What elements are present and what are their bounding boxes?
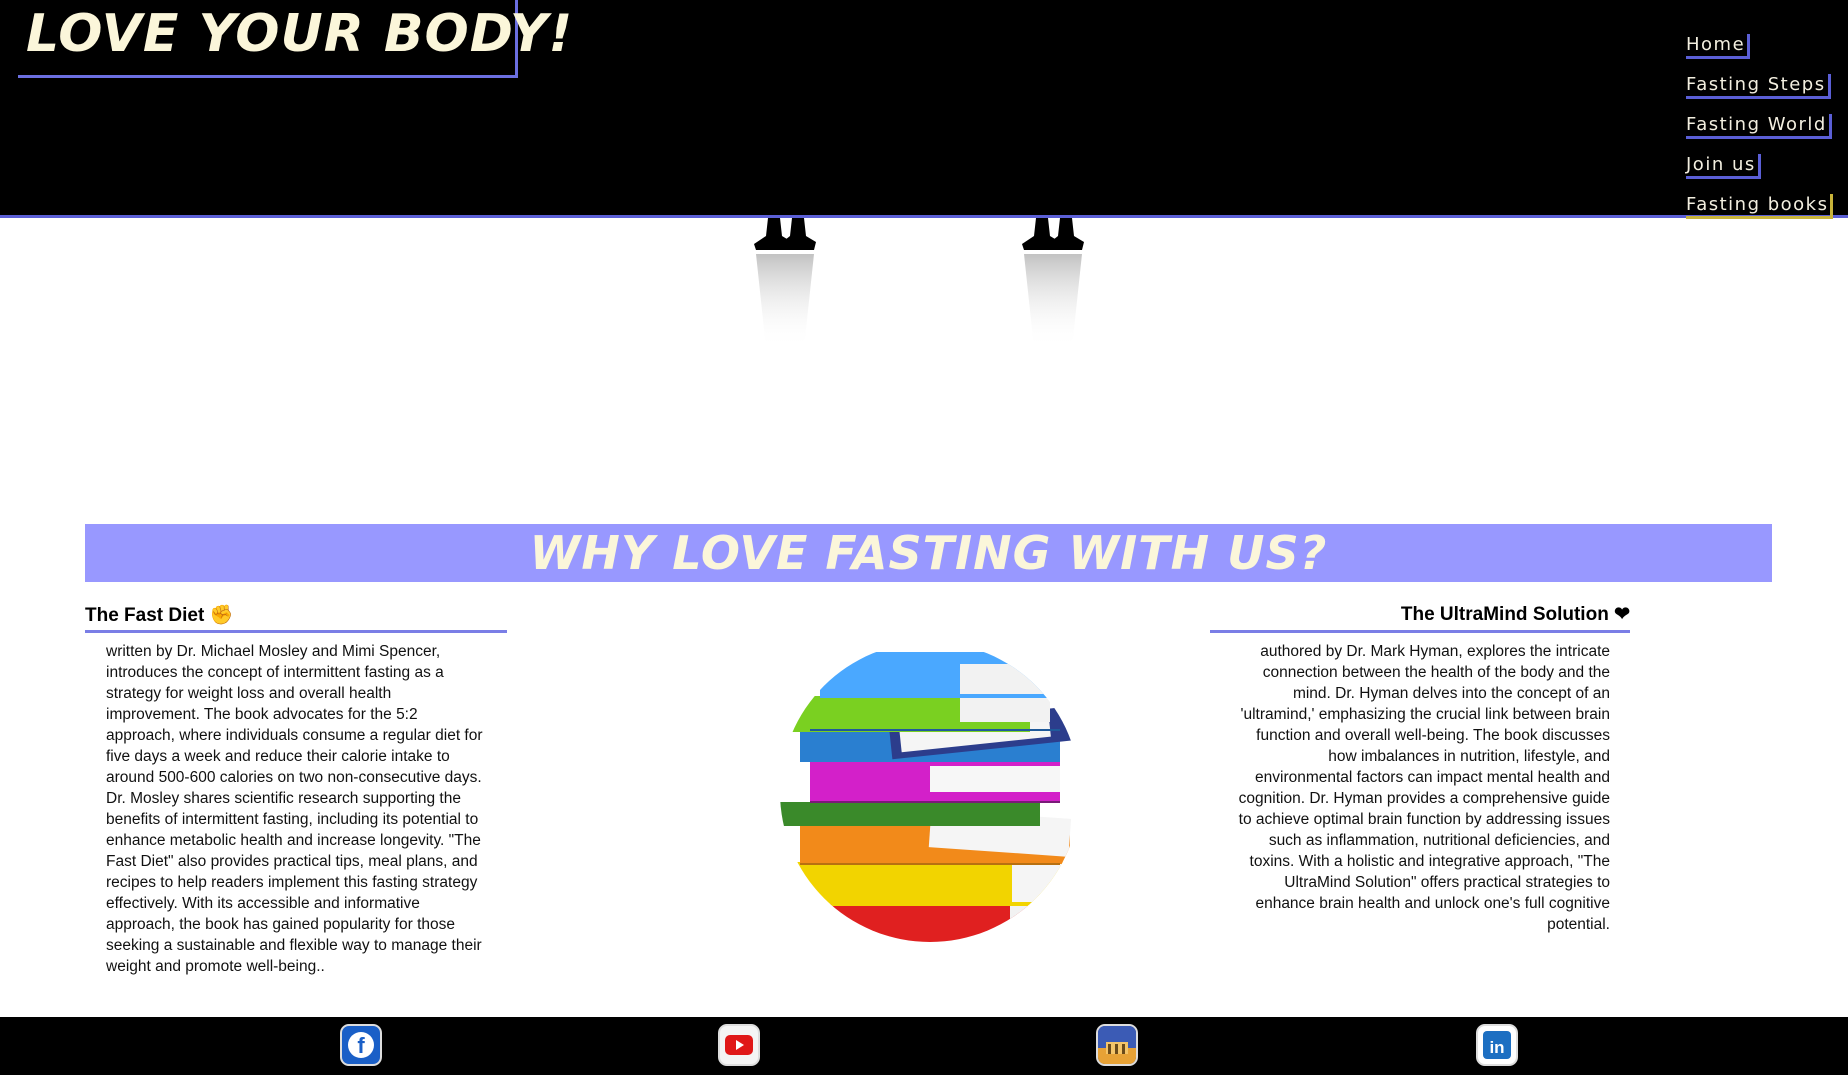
section-banner: WHY LOVE FASTING WITH US? (85, 524, 1772, 582)
site-logo[interactable]: LOVE YOUR BODY! (26, 4, 573, 64)
books-stack-icon (780, 652, 1072, 942)
site-header: LOVE YOUR BODY! Home Fasting Steps Fasti… (0, 0, 1848, 219)
site-footer: f in (0, 1017, 1848, 1075)
nav-fasting-world[interactable]: Fasting World (1686, 114, 1832, 139)
nav-fasting-steps[interactable]: Fasting Steps (1686, 74, 1831, 99)
linkedin-icon[interactable]: in (1476, 1024, 1518, 1066)
book-title-ultramind: The UltraMind Solution ❤ (1210, 603, 1630, 633)
book-description-fast-diet: written by Dr. Michael Mosley and Mimi S… (106, 643, 483, 975)
nav-join-us[interactable]: Join us (1686, 154, 1761, 179)
right-figure-feet (1022, 218, 1084, 348)
svg-text:in: in (1489, 1038, 1504, 1057)
main-nav: Home Fasting Steps Fasting World Join us… (1686, 34, 1846, 234)
youtube-icon[interactable] (718, 1024, 760, 1066)
book-description-ultramind: authored by Dr. Mark Hyman, explores the… (1238, 643, 1610, 933)
books-stack-image (780, 642, 1080, 942)
nav-home[interactable]: Home (1686, 34, 1751, 59)
nav-fasting-books[interactable]: Fasting books (1686, 194, 1834, 219)
section-title: WHY LOVE FASTING WITH US? (529, 526, 1328, 580)
svg-text:f: f (357, 1033, 365, 1058)
left-figure-feet (754, 218, 816, 348)
berlin-icon[interactable] (1096, 1024, 1138, 1066)
facebook-icon[interactable]: f (340, 1024, 382, 1066)
silhouette-figures (754, 218, 1084, 348)
book-title-fast-diet: The Fast Diet ✊ (85, 603, 507, 633)
logo-box[interactable]: LOVE YOUR BODY! (18, 0, 572, 78)
